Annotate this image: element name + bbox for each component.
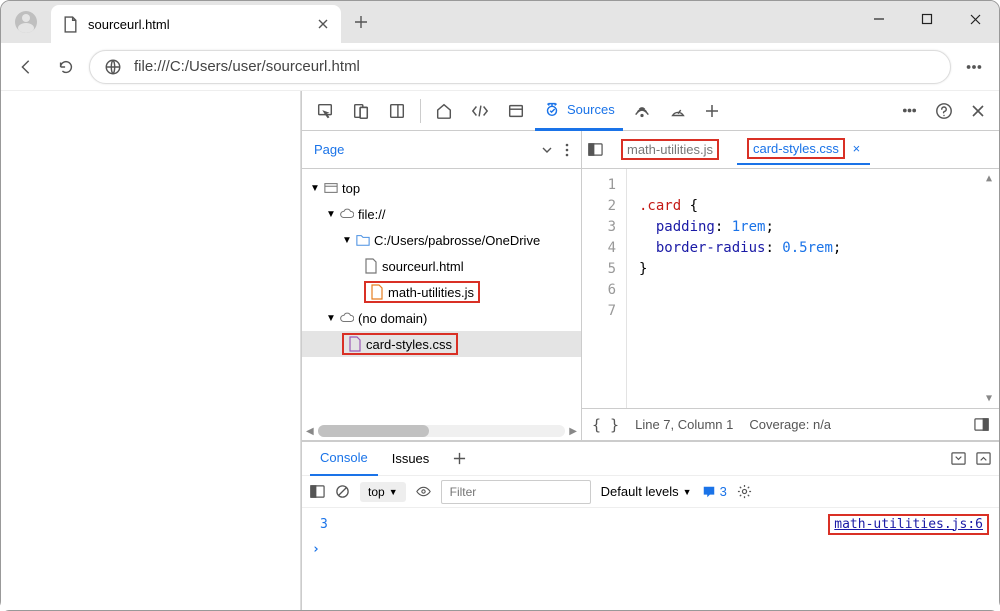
new-tab-button[interactable] <box>341 1 381 43</box>
menu-button[interactable] <box>957 50 991 84</box>
tree-file-js[interactable]: math-utilities.js <box>302 279 581 305</box>
content-area: Sources Page ▼t <box>1 91 999 610</box>
device-icon[interactable] <box>344 91 378 131</box>
drawer-collapse-icon[interactable] <box>951 451 966 466</box>
toggle-sidebar-icon[interactable] <box>310 484 325 499</box>
close-editor-tab-icon[interactable]: × <box>853 141 861 156</box>
profile-avatar[interactable] <box>1 1 51 43</box>
toggle-debugger-icon[interactable] <box>974 417 989 432</box>
console-prompt[interactable]: › <box>312 542 989 557</box>
editor-panel: math-utilities.js card-styles.css × 1 2 … <box>582 131 999 440</box>
help-icon[interactable] <box>927 91 961 131</box>
console-tab[interactable]: Console <box>310 442 378 476</box>
devtools-panel: Sources Page ▼t <box>301 91 999 610</box>
tree-folder[interactable]: ▼C:/Users/pabrosse/OneDrive <box>302 227 581 253</box>
navigator-scrollbar[interactable]: ◀▶ <box>302 422 581 440</box>
editor-tab-css[interactable]: card-styles.css × <box>737 134 870 165</box>
address-bar[interactable]: file:///C:/Users/user/sourceurl.html <box>89 50 951 84</box>
add-drawer-tab-button[interactable] <box>443 442 476 476</box>
editor-scrollbar[interactable]: ▲▼ <box>981 173 997 404</box>
more-tabs-icon[interactable] <box>541 144 553 156</box>
window-controls <box>855 1 999 37</box>
tab-title: sourceurl.html <box>88 17 170 32</box>
console-source-link[interactable]: math-utilities.js:6 <box>828 514 989 535</box>
close-tab-icon[interactable] <box>317 18 329 30</box>
toggle-navigator-icon[interactable] <box>588 142 603 157</box>
navigator-header: Page <box>302 131 581 169</box>
console-filter-input[interactable] <box>441 480 591 504</box>
drawer-expand-icon[interactable] <box>976 451 991 466</box>
url-text: file:///C:/Users/user/sourceurl.html <box>134 58 360 75</box>
code-editor[interactable]: 1 2 3 4 5 6 7 .card { padding: 1rem; bor… <box>582 169 999 408</box>
live-expression-icon[interactable] <box>416 484 431 499</box>
tree-no-domain[interactable]: ▼(no domain) <box>302 305 581 331</box>
navigator-menu-icon[interactable] <box>565 143 569 157</box>
browser-tab[interactable]: sourceurl.html <box>51 5 341 43</box>
page-tab[interactable]: Page <box>314 142 344 157</box>
clear-console-icon[interactable] <box>335 484 350 499</box>
reload-button[interactable] <box>49 50 83 84</box>
elements-tab-icon[interactable] <box>463 91 497 131</box>
minimize-button[interactable] <box>855 1 903 37</box>
devtools-body: Page ▼top ▼file:// ▼C:/Users/pabrosse/On… <box>302 131 999 440</box>
line-gutter: 1 2 3 4 5 6 7 <box>582 169 626 408</box>
tree-file-scheme[interactable]: ▼file:// <box>302 201 581 227</box>
network-tab-icon[interactable] <box>625 91 659 131</box>
cursor-position: Line 7, Column 1 <box>635 417 733 432</box>
context-selector[interactable]: top ▼ <box>360 482 406 502</box>
file-tree: ▼top ▼file:// ▼C:/Users/pabrosse/OneDriv… <box>302 169 581 363</box>
tree-top[interactable]: ▼top <box>302 175 581 201</box>
console-message: 3 math-utilities.js:6 <box>312 512 989 536</box>
code-content: .card { padding: 1rem; border-radius: 0.… <box>626 169 999 408</box>
tree-file-html[interactable]: sourceurl.html <box>302 253 581 279</box>
performance-tab-icon[interactable] <box>661 91 695 131</box>
close-devtools-icon[interactable] <box>963 91 993 131</box>
editor-tabs: math-utilities.js card-styles.css × <box>582 131 999 169</box>
editor-tab-js[interactable]: math-utilities.js <box>611 135 729 164</box>
application-tab-icon[interactable] <box>499 91 533 131</box>
sources-tab-label: Sources <box>567 102 615 117</box>
coverage-status: Coverage: n/a <box>749 417 831 432</box>
log-levels-selector[interactable]: Default levels ▼ <box>601 484 692 499</box>
close-window-button[interactable] <box>951 1 999 37</box>
more-tools-icon[interactable] <box>894 91 925 131</box>
console-output: 3 math-utilities.js:6 › <box>302 508 999 610</box>
sources-tab[interactable]: Sources <box>535 91 623 131</box>
issues-tab[interactable]: Issues <box>382 442 440 476</box>
console-settings-icon[interactable] <box>737 484 752 499</box>
back-button[interactable] <box>9 50 43 84</box>
dock-icon[interactable] <box>380 91 414 131</box>
inspect-icon[interactable] <box>308 91 342 131</box>
tree-file-css[interactable]: card-styles.css <box>302 331 581 357</box>
message-count[interactable]: 3 <box>702 484 727 499</box>
browser-toolbar: file:///C:/Users/user/sourceurl.html <box>1 43 999 91</box>
devtools-tabs: Sources <box>302 91 999 131</box>
file-icon <box>63 16 78 33</box>
console-toolbar: top ▼ Default levels ▼ 3 <box>302 476 999 508</box>
welcome-tab-icon[interactable] <box>427 91 461 131</box>
page-viewport <box>1 91 301 610</box>
pretty-print-icon[interactable]: { } <box>592 416 619 434</box>
console-tabs: Console Issues <box>302 442 999 476</box>
console-drawer: Console Issues top ▼ Default levels ▼ 3 <box>302 440 999 610</box>
globe-icon <box>104 58 122 76</box>
navigator-panel: Page ▼top ▼file:// ▼C:/Users/pabrosse/On… <box>302 131 582 440</box>
add-tab-button[interactable] <box>697 91 727 131</box>
maximize-button[interactable] <box>903 1 951 37</box>
window-titlebar: sourceurl.html <box>1 1 999 43</box>
editor-status-bar: { } Line 7, Column 1 Coverage: n/a <box>582 408 999 440</box>
console-value: 3 <box>320 517 328 532</box>
